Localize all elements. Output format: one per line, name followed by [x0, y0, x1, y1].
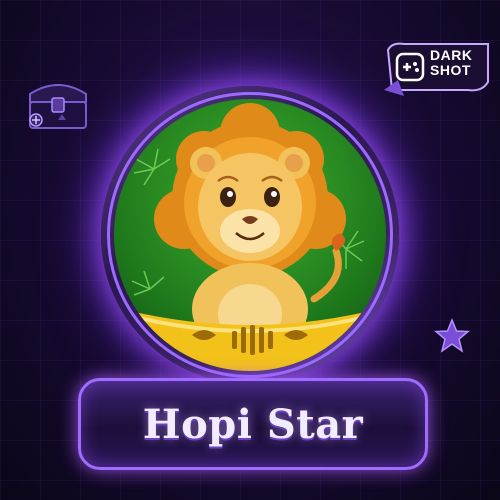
treasure-chest-icon: [29, 84, 87, 129]
brand-line-2: SHOT: [430, 62, 471, 78]
brand-logo: DARK SHOT: [382, 40, 494, 98]
title-plate: Hopi Star: [78, 378, 428, 470]
lion-icon: [114, 103, 386, 371]
game-title: Hopi Star: [142, 400, 364, 448]
star-icon: [434, 318, 470, 353]
brand-name: DARK SHOT: [430, 48, 472, 78]
brand-line-1: DARK: [430, 47, 473, 63]
gamepad-icon: [395, 52, 425, 82]
game-portrait: [114, 99, 386, 371]
